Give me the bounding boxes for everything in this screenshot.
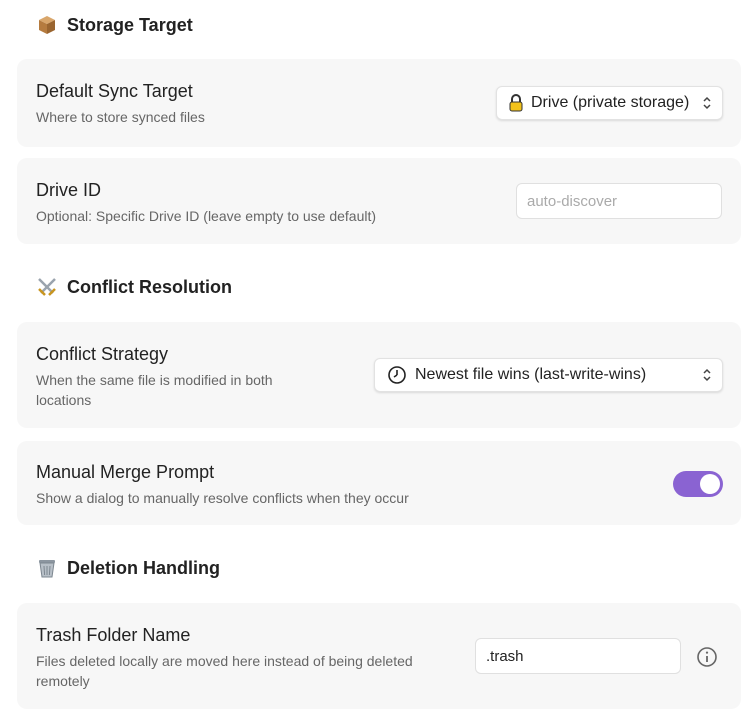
setting-description: Optional: Specific Drive ID (leave empty… (36, 208, 377, 224)
section-storage-target: Storage Target (36, 14, 193, 36)
lock-icon (509, 94, 523, 112)
setting-description: Files deleted locally are moved here ins… (36, 651, 413, 691)
setting-title: Drive ID (36, 180, 102, 200)
setting-description: Show a dialog to manually resolve confli… (36, 490, 409, 506)
select-value: Newest file wins (last-write-wins) (415, 366, 647, 383)
chevron-up-down-icon (703, 96, 711, 110)
manual-merge-toggle[interactable] (673, 471, 723, 497)
setting-trash-folder-name: Trash Folder Name Files deleted locally … (17, 603, 741, 709)
toggle-knob (700, 474, 720, 494)
setting-conflict-strategy: Conflict Strategy When the same file is … (17, 322, 741, 428)
trash-folder-input[interactable] (475, 638, 681, 674)
setting-description: When the same file is modified in both l… (36, 370, 273, 410)
setting-drive-id: Drive ID Optional: Specific Drive ID (le… (17, 158, 741, 244)
setting-title: Trash Folder Name (36, 625, 191, 645)
drive-id-input[interactable] (516, 183, 722, 219)
setting-title: Default Sync Target (36, 81, 193, 101)
info-icon[interactable] (696, 646, 718, 668)
section-conflict-resolution: Conflict Resolution (36, 276, 232, 298)
clock-icon (388, 366, 406, 384)
conflict-strategy-select[interactable]: Newest file wins (last-write-wins) (374, 358, 723, 392)
setting-description: Where to store synced files (36, 109, 205, 125)
chevron-up-down-icon (703, 368, 711, 382)
crossed-swords-icon (38, 278, 56, 296)
description-line: Files deleted locally are moved here ins… (36, 653, 413, 669)
description-line: locations (36, 392, 92, 408)
sync-target-select[interactable]: Drive (private storage) (496, 86, 723, 120)
package-icon (39, 16, 55, 34)
wastebasket-icon (39, 560, 55, 578)
section-deletion-handling: Deletion Handling (36, 557, 220, 579)
section-title: Storage Target (67, 14, 193, 35)
section-title: Conflict Resolution (67, 276, 232, 297)
description-line: When the same file is modified in both (36, 372, 273, 388)
setting-default-sync-target: Default Sync Target Where to store synce… (17, 59, 741, 147)
setting-title: Conflict Strategy (36, 344, 169, 364)
setting-title: Manual Merge Prompt (36, 462, 215, 482)
settings-page: Storage Target Default Sync Target Where… (0, 0, 753, 725)
setting-manual-merge-prompt: Manual Merge Prompt Show a dialog to man… (17, 441, 741, 525)
section-title: Deletion Handling (67, 557, 220, 578)
select-value: Drive (private storage) (531, 94, 690, 111)
description-line: remotely (36, 673, 90, 689)
